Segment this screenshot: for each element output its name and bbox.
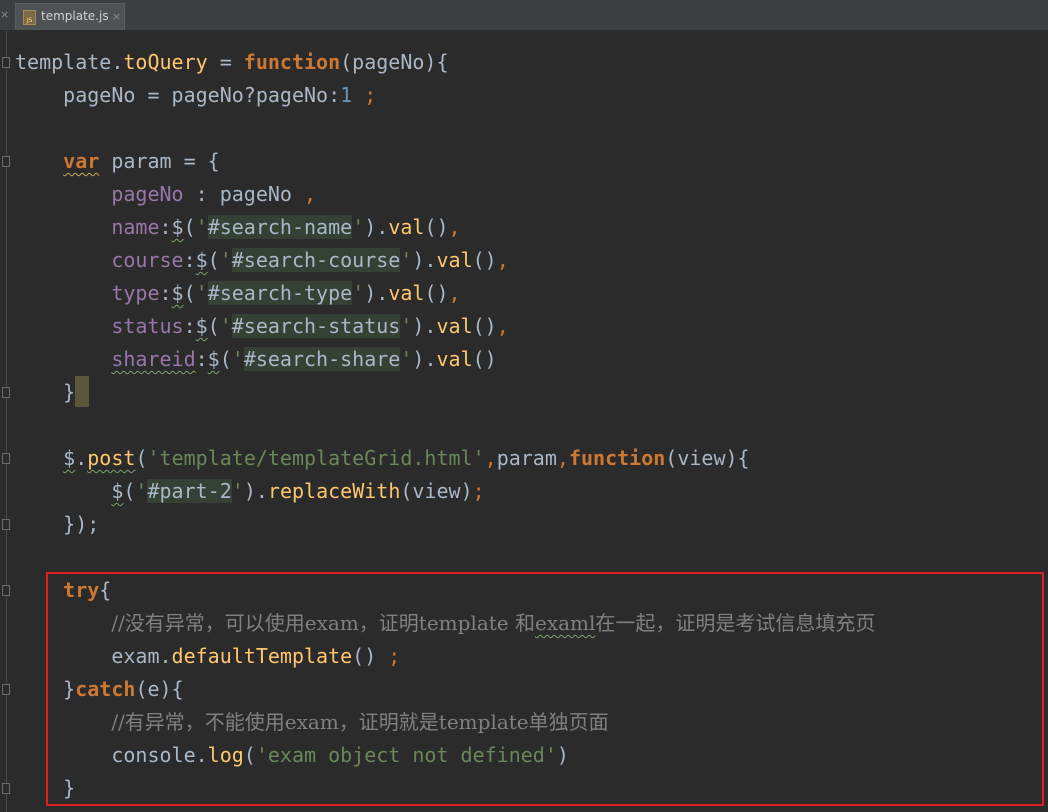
- code-line: $.post('template/templateGrid.html',para…: [63, 446, 750, 470]
- editor-tab-bar: × JS template.js ×: [0, 0, 1048, 31]
- code-line: exam.defaultTemplate() ;: [111, 644, 401, 668]
- code-line: //没有异常，可以使用exam，证明template 和examl在一起，证明是…: [111, 611, 876, 635]
- code-line: console.log('exam object not defined'): [111, 743, 569, 767]
- code-line: try{: [63, 578, 112, 602]
- fold-marker[interactable]: [2, 519, 10, 530]
- code-line: $('#part-2').replaceWith(view);: [111, 479, 485, 503]
- close-icon[interactable]: ×: [0, 8, 9, 21]
- code-line: pageNo : pageNo ,: [111, 182, 317, 206]
- fold-marker[interactable]: [2, 783, 10, 794]
- fold-marker[interactable]: [2, 57, 10, 68]
- fold-marker[interactable]: [2, 585, 10, 596]
- code-line: type:$('#search-type').val(),: [111, 281, 461, 305]
- tab-template-js[interactable]: JS template.js ×: [15, 3, 125, 30]
- code-line: template.toQuery = function(pageNo){: [15, 50, 449, 74]
- code-line: }catch(e){: [63, 677, 184, 701]
- fold-marker[interactable]: [2, 156, 10, 167]
- fold-marker[interactable]: [2, 684, 10, 695]
- code-line: });: [63, 512, 100, 536]
- js-file-icon: JS: [23, 10, 36, 25]
- tab-title: template.js: [41, 9, 109, 23]
- text-caret: [75, 376, 90, 407]
- code-line: status:$('#search-status').val(),: [111, 314, 509, 338]
- close-icon[interactable]: ×: [112, 10, 121, 23]
- code-line: }: [63, 776, 76, 800]
- fold-marker[interactable]: [2, 453, 10, 464]
- fold-marker[interactable]: [2, 387, 10, 398]
- code-line: //有异常，不能使用exam，证明就是template单独页面: [111, 710, 609, 734]
- code-line: }: [15, 376, 1048, 409]
- code-editor[interactable]: template.toQuery = function(pageNo){ pag…: [15, 46, 1048, 805]
- code-line: shareid:$('#search-share').val(): [111, 347, 497, 371]
- code-line: var param = {: [63, 149, 220, 173]
- code-line: course:$('#search-course').val(),: [111, 248, 509, 272]
- code-line: name:$('#search-name').val(),: [111, 215, 461, 239]
- code-line: pageNo = pageNo?pageNo:1 ;: [15, 83, 377, 107]
